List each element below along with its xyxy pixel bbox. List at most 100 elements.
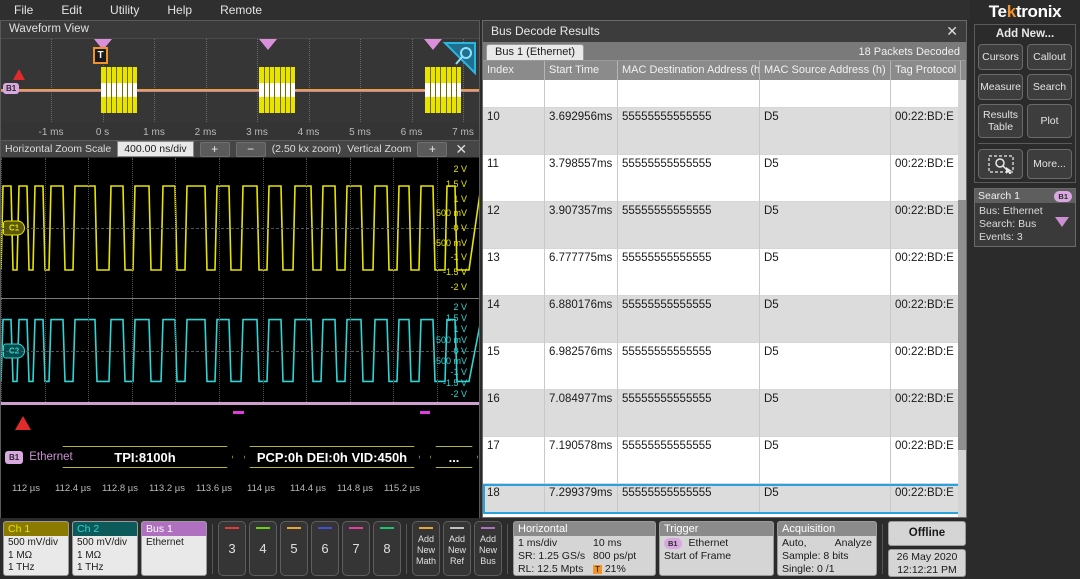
bus-card-bus1[interactable]: Bus 1 Ethernet: [141, 521, 207, 576]
tab-bus1-ethernet[interactable]: Bus 1 (Ethernet): [486, 44, 584, 60]
bus-track-badge[interactable]: B1: [5, 451, 23, 464]
cell-mac-destination: 55555555555555: [618, 296, 760, 343]
trigger-marker[interactable]: T: [93, 47, 108, 64]
trigger-card[interactable]: Trigger B1 Ethernet Start of Frame: [659, 521, 774, 576]
measure-button[interactable]: Measure: [978, 74, 1023, 100]
channel-button-7[interactable]: 7: [342, 521, 370, 576]
table-row[interactable]: 113.798557ms55555555555555D500:22:BD:E: [483, 155, 966, 202]
cell-index: 11: [483, 155, 545, 202]
table-row[interactable]: 187.299379ms55555555555555D500:22:BD:E: [483, 484, 966, 514]
zoomed-waveform-stack[interactable]: C1 2 V1.5 V1 V500 mV0 V-500 mV-1 V-1.5 V…: [1, 158, 479, 518]
search-badge-events: Events: 3: [979, 231, 1071, 244]
acquisition-sample: Sample: 8 bits: [782, 550, 872, 563]
results-table-body[interactable]: 103.692956ms55555555555555D500:22:BD:E11…: [483, 80, 966, 517]
search-badge-body: Bus: Ethernet Search: Bus Events: 3: [975, 203, 1075, 246]
add-new-button-1[interactable]: Add New Ref: [443, 521, 471, 576]
results-table-button[interactable]: Results Table: [978, 104, 1023, 138]
zoom-area-icon[interactable]: [439, 41, 477, 75]
ch1-impedance: 1 MΩ: [8, 550, 64, 563]
trigger-source-row: B1 Ethernet: [664, 537, 769, 550]
table-row[interactable]: 177.190578ms55555555555555D500:22:BD:E: [483, 437, 966, 484]
channel-button-8[interactable]: 8: [373, 521, 401, 576]
horizontal-card[interactable]: Horizontal 1 ms/div 10 ms SR: 1.25 GS/s …: [513, 521, 656, 576]
table-row[interactable]: 146.880176ms55555555555555D500:22:BD:E: [483, 296, 966, 343]
channel1-vscale-6: -1 V: [450, 252, 467, 262]
overview-bus-badge[interactable]: B1: [3, 83, 19, 94]
channel2-waveform-pane[interactable]: C2 2 V1.5 V1 V500 mV0 V-500 mV-1 V-1.5 V…: [1, 299, 479, 402]
column-header-start-time[interactable]: Start Time: [545, 61, 618, 80]
channel-button-6[interactable]: 6: [311, 521, 339, 576]
menu-item-edit[interactable]: Edit: [47, 0, 96, 20]
table-row[interactable]: [483, 80, 966, 108]
horizontal-scale: 1 ms/div: [518, 537, 557, 550]
cell-mac-source: D5: [760, 390, 891, 437]
overview-time-axis: -1 ms0 s1 ms2 ms3 ms4 ms5 ms6 ms7 ms: [1, 122, 479, 140]
add-new-button-0[interactable]: Add New Math: [412, 521, 440, 576]
more-button[interactable]: More...: [1027, 149, 1072, 179]
ch2-vertical-scale: 500 mV/div: [77, 537, 133, 550]
overview-burst-stripe: [122, 67, 123, 113]
bus-card-header: Bus 1: [142, 522, 206, 536]
trigger-card-title: Trigger: [660, 522, 773, 536]
channel2-vscale-3: 500 mV: [436, 335, 467, 345]
menu-item-file[interactable]: File: [0, 0, 47, 20]
bus-tick-5: 114 µs: [247, 483, 275, 494]
bus-decode-pane[interactable]: B1 Ethernet TPI:8100hPCP:0h DEI:0h VID:4…: [1, 402, 479, 497]
add-new-color-bar: [450, 527, 464, 529]
channel-button-5[interactable]: 5: [280, 521, 308, 576]
close-zoom-icon[interactable]: ✕: [455, 141, 467, 158]
chevron-down-icon[interactable]: [1055, 217, 1069, 227]
search-badge[interactable]: Search 1 B1 Bus: Ethernet Search: Bus Ev…: [974, 188, 1076, 247]
overview-burst-0: [101, 67, 137, 113]
table-row[interactable]: 156.982576ms55555555555555D500:22:BD:E: [483, 343, 966, 390]
results-scrollbar[interactable]: [958, 80, 966, 517]
cell-mac-source: D5: [760, 343, 891, 390]
close-icon[interactable]: ✕: [946, 21, 966, 42]
add-new-button-2[interactable]: Add New Bus: [474, 521, 502, 576]
cell-start-time: 3.907357ms: [545, 202, 618, 249]
channel-card-ch1[interactable]: Ch 1 500 mV/div 1 MΩ 1 THz: [3, 521, 69, 576]
channel-button-4[interactable]: 4: [249, 521, 277, 576]
cell-index: [483, 80, 545, 108]
search-button[interactable]: Search: [1027, 74, 1072, 100]
zoom-factor-label: (2.50 kx zoom): [272, 143, 341, 155]
column-header-tag-protocol[interactable]: Tag Protocol: [891, 61, 961, 80]
callout-button[interactable]: Callout: [1027, 44, 1072, 70]
overview-marker-2[interactable]: [259, 39, 277, 50]
horizontal-total: 10 ms: [593, 537, 651, 550]
menu-item-help[interactable]: Help: [153, 0, 206, 20]
plot-button[interactable]: Plot: [1027, 104, 1072, 138]
results-scroll-thumb[interactable]: [958, 200, 966, 450]
channel1-waveform-pane[interactable]: C1 2 V1.5 V1 V500 mV0 V-500 mV-1 V-1.5 V…: [1, 158, 479, 298]
search-badge-title: Search 1: [978, 190, 1020, 202]
channel-button-3[interactable]: 3: [218, 521, 246, 576]
channel-card-ch2[interactable]: Ch 2 500 mV/div 1 MΩ 1 THz: [72, 521, 138, 576]
column-header-mac-destination[interactable]: MAC Destination Address (h): [618, 61, 760, 80]
acquisition-card[interactable]: Acquisition Auto, Analyze Sample: 8 bits…: [777, 521, 877, 576]
zoom-select-button[interactable]: [978, 149, 1023, 179]
overview-burst-stripe: [274, 67, 275, 113]
channel1-vscale-3: 500 mV: [436, 208, 467, 218]
table-row[interactable]: 103.692956ms55555555555555D500:22:BD:E: [483, 108, 966, 155]
cell-tag-protocol: 00:22:BD:E: [891, 108, 961, 155]
channel-color-bar: [287, 527, 301, 529]
vertical-zoom-in-button[interactable]: +: [417, 142, 447, 157]
overview-gridline-3: [206, 39, 207, 122]
column-header-mac-source[interactable]: MAC Source Address (h): [760, 61, 891, 80]
zoom-in-button[interactable]: +: [200, 142, 230, 157]
cursors-button[interactable]: Cursors: [978, 44, 1023, 70]
menu-item-remote[interactable]: Remote: [206, 0, 276, 20]
table-row[interactable]: 167.084977ms55555555555555D500:22:BD:E: [483, 390, 966, 437]
channel-button-label: 8: [383, 541, 390, 556]
zoom-scale-value[interactable]: 400.00 ns/div: [117, 141, 193, 157]
table-row[interactable]: 123.907357ms55555555555555D500:22:BD:E: [483, 202, 966, 249]
overview-tick-8: 7 ms: [452, 127, 474, 138]
table-row[interactable]: 136.777775ms55555555555555D500:22:BD:E: [483, 249, 966, 296]
channel1-vscale-1: 1.5 V: [446, 179, 467, 189]
overview-waveform[interactable]: T B1 -1 ms0 s1 ms2 ms3 ms4 ms5 ms6 ms7 m…: [1, 38, 479, 140]
zoom-out-button[interactable]: −: [236, 142, 266, 157]
menu-item-utility[interactable]: Utility: [96, 0, 153, 20]
column-header-index[interactable]: Index: [483, 61, 545, 80]
cell-mac-destination: 55555555555555: [618, 108, 760, 155]
offline-button[interactable]: Offline: [888, 521, 966, 546]
